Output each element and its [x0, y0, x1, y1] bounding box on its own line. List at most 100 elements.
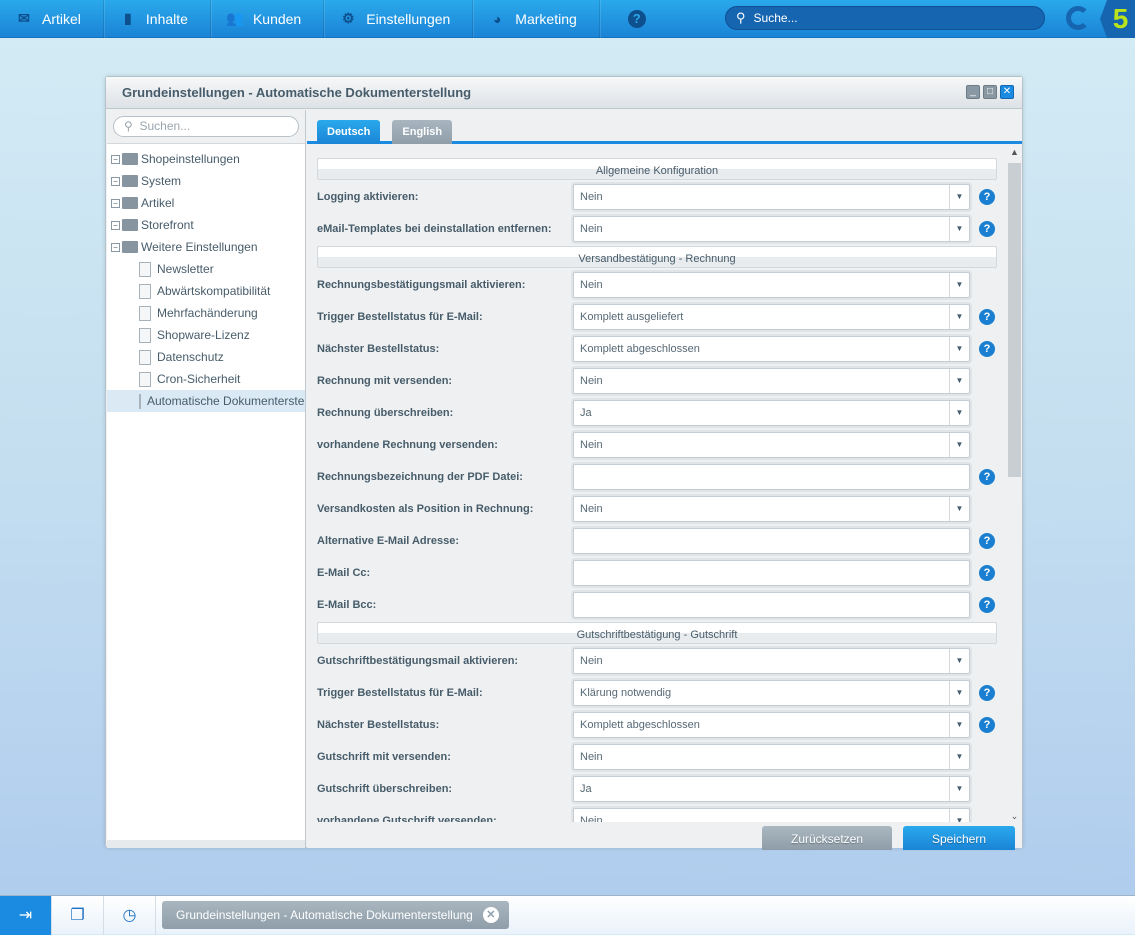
file-icon	[139, 283, 151, 299]
form-row: Gutschriftbestätigungsmail aktivieren: Ne…	[317, 645, 997, 677]
collapse-icon[interactable]: −	[111, 242, 120, 252]
tree-item[interactable]: Newsletter	[107, 258, 305, 280]
nav-artikel[interactable]: ✉ Artikel	[0, 0, 104, 38]
tree-search-input[interactable]: ⚲ Suchen...	[113, 116, 299, 137]
horizontal-scrollbar[interactable]	[107, 840, 305, 848]
select-field[interactable]: Nein ▼	[573, 744, 970, 770]
dropdown-arrow-icon[interactable]: ▼	[949, 433, 969, 457]
select-field[interactable]: Nein ▼	[573, 184, 970, 210]
tree-item[interactable]: Mehrfachänderung	[107, 302, 305, 324]
text-field[interactable]	[573, 528, 970, 554]
dropdown-arrow-icon[interactable]: ▼	[949, 217, 969, 241]
nav-marketing[interactable]: ◕ Marketing	[473, 0, 600, 38]
tab-english[interactable]: English	[392, 120, 453, 144]
tree-item[interactable]: − Weitere Einstellungen	[107, 236, 305, 258]
tab-deutsch[interactable]: Deutsch	[317, 120, 381, 144]
dropdown-arrow-icon[interactable]: ▼	[949, 809, 969, 822]
dropdown-arrow-icon[interactable]: ▼	[949, 337, 969, 361]
dropdown-arrow-icon[interactable]: ▼	[949, 305, 969, 329]
gear-icon: ⚙	[341, 10, 355, 26]
help-icon[interactable]: ?	[979, 309, 995, 325]
text-field[interactable]	[573, 592, 970, 618]
collapse-icon[interactable]: −	[111, 220, 120, 230]
select-field[interactable]: Komplett abgeschlossen ▼	[573, 336, 970, 362]
select-field[interactable]: Ja ▼	[573, 776, 970, 802]
help-icon[interactable]: ?	[979, 533, 995, 549]
help-icon[interactable]: ?	[627, 9, 646, 28]
dropdown-arrow-icon[interactable]: ▼	[949, 649, 969, 673]
global-search-input[interactable]: ⚲ Suche...	[725, 6, 1045, 30]
collapse-icon[interactable]: −	[111, 154, 120, 164]
form-row: Alternative E-Mail Adresse:?	[317, 525, 997, 557]
help-icon[interactable]: ?	[979, 565, 995, 581]
folder-icon	[122, 219, 138, 231]
tree-item[interactable]: Shopware-Lizenz	[107, 324, 305, 346]
select-field[interactable]: Nein ▼	[573, 272, 970, 298]
tree-item[interactable]: Automatische Dokumenterstellung	[107, 390, 305, 412]
section-header: Allgemeine Konfiguration	[317, 158, 997, 180]
reset-button[interactable]: Zurücksetzen	[762, 826, 892, 850]
dropdown-arrow-icon[interactable]: ▼	[949, 369, 969, 393]
dropdown-arrow-icon[interactable]: ▼	[949, 185, 969, 209]
dropdown-arrow-icon[interactable]: ▼	[949, 777, 969, 801]
dropdown-arrow-icon[interactable]: ▼	[949, 681, 969, 705]
help-icon[interactable]: ?	[979, 597, 995, 613]
close-icon[interactable]: ✕	[1000, 85, 1014, 99]
taskbar-window-button[interactable]: Grundeinstellungen - Automatische Dokume…	[162, 901, 509, 929]
nav-einstellungen[interactable]: ⚙ Einstellungen	[324, 0, 474, 38]
select-field[interactable]: Ja ▼	[573, 400, 970, 426]
minimize-icon[interactable]: _	[966, 85, 980, 99]
file-icon	[139, 305, 151, 321]
tree-item[interactable]: Cron-Sicherheit	[107, 368, 305, 390]
help-icon[interactable]: ?	[979, 469, 995, 485]
select-field[interactable]: Komplett ausgeliefert ▼	[573, 304, 970, 330]
form-row: E-Mail Bcc:?	[317, 589, 997, 621]
tree-item[interactable]: Datenschutz	[107, 346, 305, 368]
collapse-icon[interactable]: −	[111, 198, 120, 208]
inbox-icon: ✉	[18, 10, 30, 26]
text-field[interactable]	[573, 560, 970, 586]
form-row: Rechnung überschreiben: Ja ▼	[317, 397, 997, 429]
save-button[interactable]: Speichern	[903, 826, 1015, 850]
select-field[interactable]: Nein ▼	[573, 648, 970, 674]
dropdown-arrow-icon[interactable]: ▼	[949, 745, 969, 769]
help-icon[interactable]: ?	[979, 685, 995, 701]
dashboard-icon[interactable]: ◷	[104, 895, 156, 935]
tree-item[interactable]: − Shopeinstellungen	[107, 148, 305, 170]
shopware-logo-icon	[1066, 6, 1090, 30]
shopware-5-logo: 5	[1100, 0, 1135, 38]
windows-icon[interactable]: ❐	[52, 895, 104, 935]
dropdown-arrow-icon[interactable]: ▼	[949, 273, 969, 297]
dropdown-arrow-icon[interactable]: ▼	[949, 713, 969, 737]
help-icon[interactable]: ?	[979, 221, 995, 237]
select-field[interactable]: Klärung notwendig ▼	[573, 680, 970, 706]
logout-icon[interactable]: ⇥	[0, 895, 52, 935]
tree-item[interactable]: Abwärtskompatibilität	[107, 280, 305, 302]
select-field[interactable]: Nein ▼	[573, 432, 970, 458]
top-navigation: ✉ Artikel ▮ Inhalte 👥 Kunden ⚙ Einstellungen ◕ Ma…	[0, 0, 1135, 38]
dropdown-arrow-icon[interactable]: ▼	[949, 401, 969, 425]
tree-item[interactable]: − Artikel	[107, 192, 305, 214]
select-field[interactable]: Nein ▼	[573, 216, 970, 242]
tree-item[interactable]: − System	[107, 170, 305, 192]
scroll-up-icon[interactable]: ▲	[1007, 147, 1022, 157]
select-field[interactable]: Nein ▼	[573, 808, 970, 822]
nav-kunden[interactable]: 👥 Kunden	[211, 0, 325, 38]
select-field[interactable]: Komplett abgeschlossen ▼	[573, 712, 970, 738]
tree-item[interactable]: − Storefront	[107, 214, 305, 236]
help-icon[interactable]: ?	[979, 341, 995, 357]
help-icon[interactable]: ?	[979, 717, 995, 733]
scroll-down-icon[interactable]: ⌄	[1007, 811, 1022, 822]
close-task-icon[interactable]: ✕	[482, 907, 499, 923]
select-field[interactable]: Nein ▼	[573, 496, 970, 522]
help-icon[interactable]: ?	[979, 189, 995, 205]
dropdown-arrow-icon[interactable]: ▼	[949, 497, 969, 521]
vertical-scrollbar[interactable]: ▲ ⌄	[1007, 147, 1022, 822]
collapse-icon[interactable]: −	[111, 176, 120, 186]
form-row: Nächster Bestellstatus: Komplett abgeschl…	[317, 709, 997, 741]
nav-inhalte[interactable]: ▮ Inhalte	[104, 0, 211, 38]
text-field[interactable]	[573, 464, 970, 490]
select-field[interactable]: Nein ▼	[573, 368, 970, 394]
maximize-icon[interactable]: □	[983, 85, 997, 99]
window-title: Grundeinstellungen - Automatische Dokume…	[106, 77, 1022, 109]
